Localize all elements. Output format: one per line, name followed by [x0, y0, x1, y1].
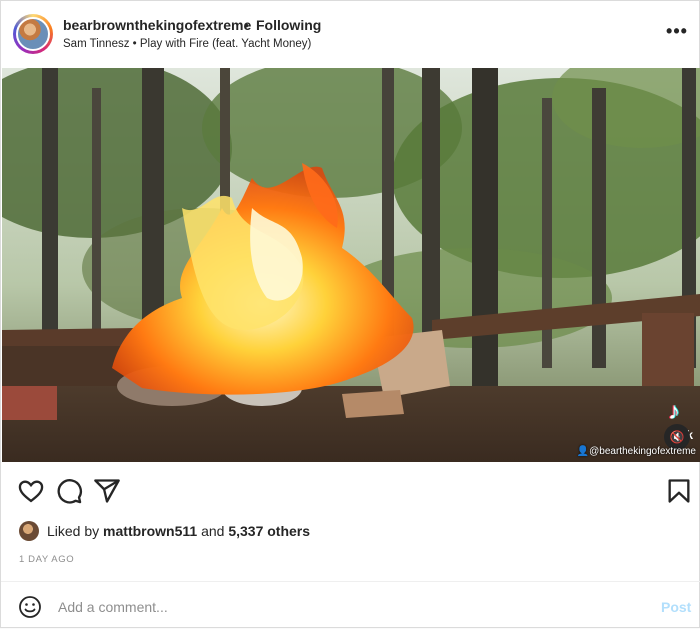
more-options-icon[interactable]: •••	[665, 19, 689, 43]
tiktok-logo-icon: ♪	[668, 398, 680, 425]
post-comment-button[interactable]: Post	[661, 599, 691, 615]
audio-track-link[interactable]: Sam Tinnesz • Play with Fire (feat. Yach…	[63, 38, 311, 50]
likes-count-link[interactable]: 5,337 others	[228, 523, 310, 539]
liker-username-link[interactable]: mattbrown511	[103, 523, 197, 539]
bookmark-icon[interactable]	[665, 477, 693, 505]
comment-input[interactable]	[56, 594, 620, 620]
likes-text: Liked by mattbrown511 and 5,337 others	[47, 523, 310, 539]
instagram-post: bearbrownthekingofextreme • Following Sa…	[0, 0, 700, 628]
action-bar	[1, 477, 700, 507]
profile-avatar[interactable]	[13, 14, 53, 54]
post-header: bearbrownthekingofextreme • Following Sa…	[1, 1, 700, 67]
tiktok-watermark: 👤@bearthekingofextreme	[576, 446, 696, 457]
emoji-icon[interactable]	[18, 595, 42, 619]
avatar-image	[16, 17, 50, 51]
post-timestamp[interactable]: 1 DAY AGO	[19, 554, 74, 565]
liker-avatar[interactable]	[19, 521, 39, 541]
username-link[interactable]: bearbrownthekingofextreme	[63, 17, 251, 33]
following-button[interactable]: Following	[256, 17, 321, 33]
separator-dot: •	[244, 17, 249, 33]
share-icon[interactable]	[93, 477, 121, 505]
heart-icon[interactable]	[17, 477, 45, 505]
comment-icon[interactable]	[55, 477, 83, 505]
campfire-scene	[2, 68, 700, 462]
likes-middle: and	[197, 523, 229, 539]
likes-prefix: Liked by	[47, 523, 104, 539]
comment-bar: Post	[1, 582, 700, 629]
post-video[interactable]: ♪ T k 🔇 👤@bearthekingofextreme	[2, 68, 700, 462]
